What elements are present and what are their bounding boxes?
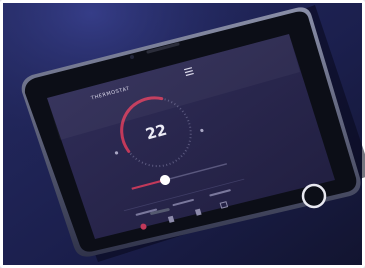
photo-scene: THERMOSTAT 22 [0,0,365,268]
front-camera [130,55,134,59]
photo-canvas: THERMOSTAT 22 [0,0,365,268]
home-button[interactable] [301,183,327,209]
